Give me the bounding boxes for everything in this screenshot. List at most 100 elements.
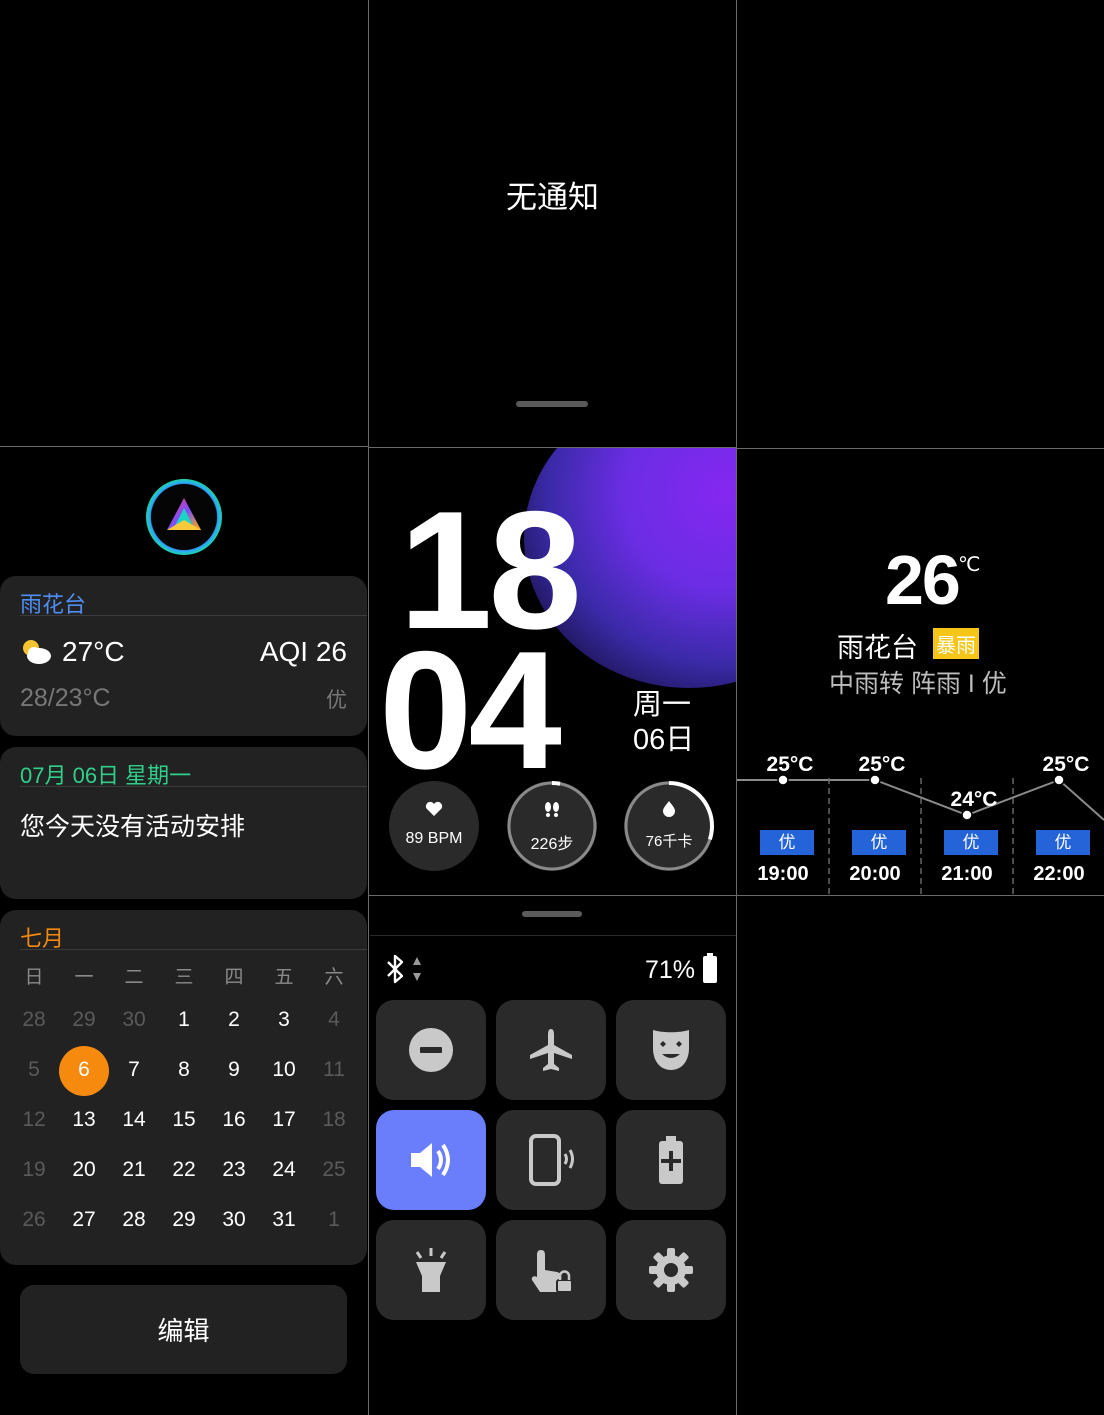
calories-ring	[624, 781, 714, 871]
calendar-day[interactable]: 30	[109, 1008, 159, 1032]
weekday-header: 六	[324, 967, 344, 988]
calendar-day[interactable]: 27	[59, 1208, 109, 1232]
settings-toggle[interactable]	[616, 1220, 726, 1320]
flame-icon	[624, 801, 714, 822]
temperature-point	[961, 809, 973, 821]
heart-rate-complication[interactable]: 89 BPM	[389, 781, 479, 871]
touch-lock-icon	[527, 1246, 575, 1294]
no-notifications-text: 无通知	[506, 180, 599, 215]
panel-divider	[0, 446, 368, 447]
battery-plus-icon	[657, 1136, 685, 1184]
footprints-icon	[507, 801, 597, 822]
heart-rate-value: 89 BPM	[405, 830, 463, 847]
calendar-day[interactable]: 13	[59, 1108, 109, 1132]
temperature-range: 28/23°C	[20, 684, 111, 712]
calendar-day[interactable]: 1	[309, 1208, 359, 1232]
calendar-day[interactable]: 29	[59, 1008, 109, 1032]
face-weekday: 周一	[633, 689, 692, 721]
panel-divider	[736, 0, 737, 1415]
divider	[370, 935, 736, 936]
calendar-day[interactable]: 28	[9, 1008, 59, 1032]
calendar-day[interactable]: 2	[209, 1008, 259, 1032]
calendar-day[interactable]: 17	[259, 1108, 309, 1132]
weather-location: 雨花台	[837, 633, 918, 663]
battery-icon	[702, 953, 718, 988]
calendar-day[interactable]: 11	[309, 1058, 359, 1082]
pull-handle[interactable]	[516, 401, 588, 407]
hour-time: 21:00	[941, 863, 992, 885]
airplane-icon	[527, 1026, 575, 1074]
weekday-header: 日	[24, 967, 44, 988]
hour-time: 20:00	[849, 863, 900, 885]
watch-face[interactable]: 18 04 周一 06日 89 BPM 226步 76千卡	[369, 448, 736, 895]
calendar-day[interactable]: 15	[159, 1108, 209, 1132]
calendar-day[interactable]: 30	[209, 1208, 259, 1232]
schedule-card[interactable]: 07月 06日 星期一 您今天没有活动安排	[0, 747, 367, 899]
calendar-today[interactable]: 6	[59, 1058, 109, 1082]
flashlight-toggle[interactable]	[376, 1220, 486, 1320]
phone-ring-icon	[527, 1134, 575, 1186]
calendar-day[interactable]: 7	[109, 1058, 159, 1082]
theater-mode-toggle[interactable]	[616, 1000, 726, 1100]
steps-ring	[507, 781, 597, 871]
calendar-day[interactable]: 5	[9, 1058, 59, 1082]
weekday-header: 三	[174, 967, 194, 988]
sound-toggle[interactable]	[376, 1110, 486, 1210]
air-quality-label: 优	[326, 689, 347, 712]
calendar-day[interactable]: 22	[159, 1158, 209, 1182]
current-temperature: 27°C	[62, 636, 125, 667]
calendar-day[interactable]: 10	[259, 1058, 309, 1082]
aqi-chip-label: 优	[871, 833, 888, 853]
calendar-day[interactable]: 19	[9, 1158, 59, 1182]
calendar-day[interactable]: 8	[159, 1058, 209, 1082]
find-phone-toggle[interactable]	[496, 1110, 606, 1210]
touch-lock-toggle[interactable]	[496, 1220, 606, 1320]
calendar-day[interactable]: 29	[159, 1208, 209, 1232]
steps-complication[interactable]: 226步	[507, 781, 597, 871]
do-not-disturb-toggle[interactable]	[376, 1000, 486, 1100]
divider	[20, 786, 367, 787]
calendar-day[interactable]: 31	[259, 1208, 309, 1232]
panel-divider	[368, 895, 1104, 896]
calendar-day[interactable]: 14	[109, 1108, 159, 1132]
rainstorm-alert-badge[interactable]: 暴雨	[933, 628, 979, 659]
calendar-day[interactable]: 12	[9, 1108, 59, 1132]
temperature-point	[869, 774, 881, 786]
calendar-day[interactable]: 26	[9, 1208, 59, 1232]
theater-mask-icon	[651, 1028, 691, 1072]
partly-cloudy-icon	[20, 638, 52, 671]
airplane-mode-toggle[interactable]	[496, 1000, 606, 1100]
calories-complication[interactable]: 76千卡	[624, 781, 714, 871]
edit-button[interactable]: 编辑	[20, 1285, 347, 1374]
hour-temperature: 24°C	[951, 788, 998, 811]
calendar-day[interactable]: 1	[159, 1008, 209, 1032]
calendar-day[interactable]: 16	[209, 1108, 259, 1132]
temperature-unit: ℃	[958, 554, 981, 576]
calendar-day[interactable]: 23	[209, 1158, 259, 1182]
battery-percentage: 71%	[645, 956, 696, 984]
calendar-day[interactable]: 4	[309, 1008, 359, 1032]
weekday-header: 五	[274, 967, 294, 988]
minus-circle-icon	[407, 1026, 455, 1074]
steps-value: 226步	[530, 836, 574, 853]
temperature-point	[777, 774, 789, 786]
calendar-day[interactable]: 24	[259, 1158, 309, 1182]
calendar-day[interactable]: 25	[309, 1158, 359, 1182]
calendar-day[interactable]: 21	[109, 1158, 159, 1182]
calendar-day[interactable]: 9	[209, 1058, 259, 1082]
calories-value: 76千卡	[645, 833, 693, 850]
calendar-day[interactable]: 28	[109, 1208, 159, 1232]
battery-saver-toggle[interactable]	[616, 1110, 726, 1210]
calendar-day[interactable]: 3	[259, 1008, 309, 1032]
calendar-card[interactable]: 七月 日一二三四五六 28 29 30 1 2 3 4 5 6 7 8 9 10 11 12 13 14 15 16 1…	[0, 910, 367, 1265]
calendar-day[interactable]: 18	[309, 1108, 359, 1132]
face-day: 06日	[633, 724, 695, 756]
weekday-header: 一	[74, 967, 94, 988]
panel-divider	[736, 448, 1104, 449]
weekday-header: 二	[124, 967, 144, 988]
weather-card[interactable]: 雨花台 27°C AQI 26 28/23°C 优	[0, 576, 367, 736]
pull-handle[interactable]	[522, 911, 582, 917]
bluetooth-icon	[384, 954, 426, 989]
calendar-day[interactable]: 20	[59, 1158, 109, 1182]
assistant-logo-icon[interactable]	[145, 478, 223, 556]
